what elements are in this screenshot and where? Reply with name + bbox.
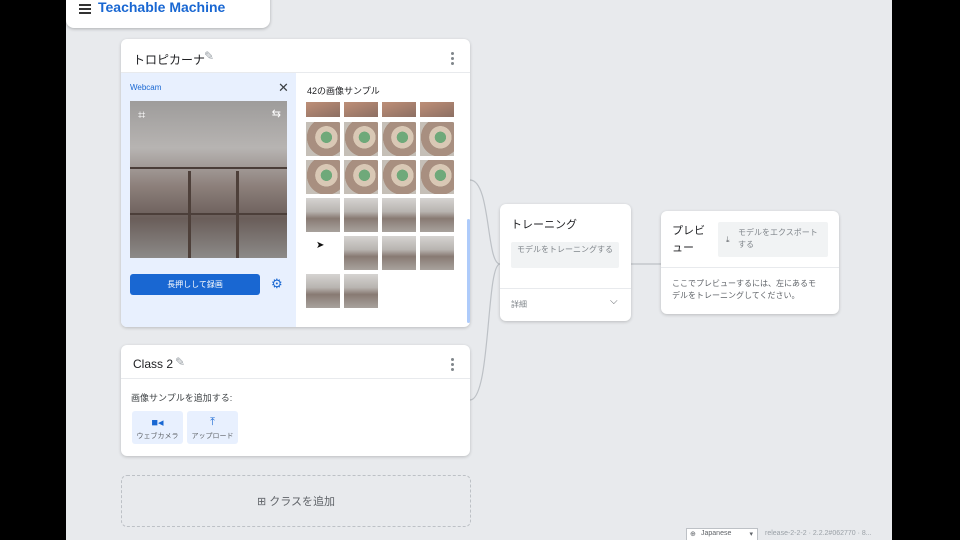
class-name[interactable]: トロピカーナ [133, 51, 205, 68]
sample-thumbnail[interactable] [344, 274, 378, 308]
training-card: トレーニング モデルをトレーニングする 詳細 ⌵ [500, 204, 631, 321]
sample-thumbnail[interactable] [382, 122, 416, 156]
hold-to-record-button[interactable]: 長押しして録画 [130, 274, 260, 295]
edit-icon[interactable]: ✎ [175, 355, 185, 369]
brand-title[interactable]: Teachable Machine [98, 0, 225, 15]
more-vert-icon[interactable] [451, 52, 454, 67]
add-class-label: クラスを追加 [269, 496, 336, 508]
sample-thumbnail[interactable] [382, 236, 416, 270]
language-select[interactable]: ⊕ Japanese ▾ [686, 528, 758, 540]
flip-icon[interactable]: ⇆ [272, 107, 281, 120]
chevron-down-icon[interactable]: ⌵ [610, 296, 618, 307]
sample-thumbnail[interactable] [382, 160, 416, 194]
class-name[interactable]: Class 2 [133, 357, 173, 371]
sample-count: 42の画像サンプル [307, 86, 380, 96]
chevron-down-icon: ▾ [749, 531, 753, 538]
upload-button-label: アップロード [191, 433, 234, 440]
webcam-preview: ⌗ ⇆ [130, 101, 287, 258]
download-icon: ⤓ [726, 235, 730, 244]
edit-icon[interactable]: ✎ [204, 49, 214, 63]
webcam-button-label: ウェブカメラ [136, 433, 179, 440]
train-model-button[interactable]: モデルをトレーニングする [511, 242, 619, 268]
cursor-icon: ➤ [316, 240, 325, 251]
scrollbar[interactable] [467, 219, 470, 323]
sample-thumbnail[interactable] [344, 236, 378, 270]
sample-thumbnail[interactable] [420, 160, 454, 194]
menu-icon[interactable] [79, 4, 91, 14]
sample-thumbnail[interactable] [306, 274, 340, 308]
class-card-2: Class 2 ✎ 画像サンプルを追加する: ■◂ ウェブカメラ ⤒ アップロー… [121, 345, 470, 456]
export-model-button[interactable]: ⤓ モデルをエクスポートする [718, 222, 828, 257]
app-canvas: Teachable Machine トロピカーナ ✎ Webcam ✕ ⌗ ⇆ … [66, 0, 892, 540]
add-class-button[interactable]: ⊞ クラスを追加 [121, 475, 471, 527]
divider [121, 378, 470, 379]
training-title: トレーニング [511, 219, 577, 231]
sample-thumbnail[interactable] [382, 198, 416, 232]
release-info: release-2-2-2 · 2.2.2#062770 · 8... [765, 530, 872, 537]
crop-icon[interactable]: ⌗ [138, 107, 145, 123]
sample-thumbnail[interactable] [420, 198, 454, 232]
export-button-label: モデルをエクスポートする [738, 228, 818, 249]
divider [661, 267, 839, 268]
divider [500, 288, 631, 289]
sample-thumbnail[interactable] [344, 198, 378, 232]
videocam-icon: ■◂ [151, 417, 164, 429]
settings-icon[interactable]: ⚙ [271, 276, 283, 292]
details-label[interactable]: 詳細 [511, 299, 527, 310]
add-box-icon: ⊞ [256, 496, 267, 508]
sample-thumbnail[interactable] [344, 122, 378, 156]
sample-grid [306, 102, 456, 326]
sample-thumbnail[interactable] [306, 102, 340, 117]
upload-icon: ⤒ [210, 416, 215, 428]
sample-thumbnail[interactable] [420, 122, 454, 156]
sample-thumbnail[interactable] [420, 102, 454, 117]
webcam-label: Webcam [130, 83, 162, 92]
language-value: Japanese [701, 530, 732, 537]
sample-thumbnail[interactable] [382, 102, 416, 117]
globe-icon: ⊕ [690, 531, 696, 538]
sample-thumbnail[interactable] [420, 236, 454, 270]
preview-title: プレビュー [672, 225, 705, 254]
sample-thumbnail[interactable] [306, 122, 340, 156]
add-samples-label: 画像サンプルを追加する: [131, 393, 233, 403]
webcam-button[interactable]: ■◂ ウェブカメラ [132, 411, 183, 444]
sample-thumbnail[interactable] [306, 198, 340, 232]
webcam-panel: Webcam ✕ ⌗ ⇆ 長押しして録画 ⚙ [121, 73, 296, 327]
preview-card: プレビュー ⤓ モデルをエクスポートする ここでプレビューするには、左にあるモデ… [661, 211, 839, 314]
preview-info: ここでプレビューするには、左にあるモデルをトレーニングしてください。 [672, 279, 816, 300]
upload-button[interactable]: ⤒ アップロード [187, 411, 238, 444]
close-icon[interactable]: ✕ [278, 80, 289, 96]
sample-thumbnail[interactable] [344, 160, 378, 194]
app-header: Teachable Machine [66, 0, 270, 28]
more-vert-icon[interactable] [451, 358, 454, 373]
sample-thumbnail[interactable] [306, 160, 340, 194]
class-card-1: トロピカーナ ✎ Webcam ✕ ⌗ ⇆ 長押しして録画 ⚙ 42の画像サンプ… [121, 39, 470, 327]
sample-thumbnail[interactable] [344, 102, 378, 117]
